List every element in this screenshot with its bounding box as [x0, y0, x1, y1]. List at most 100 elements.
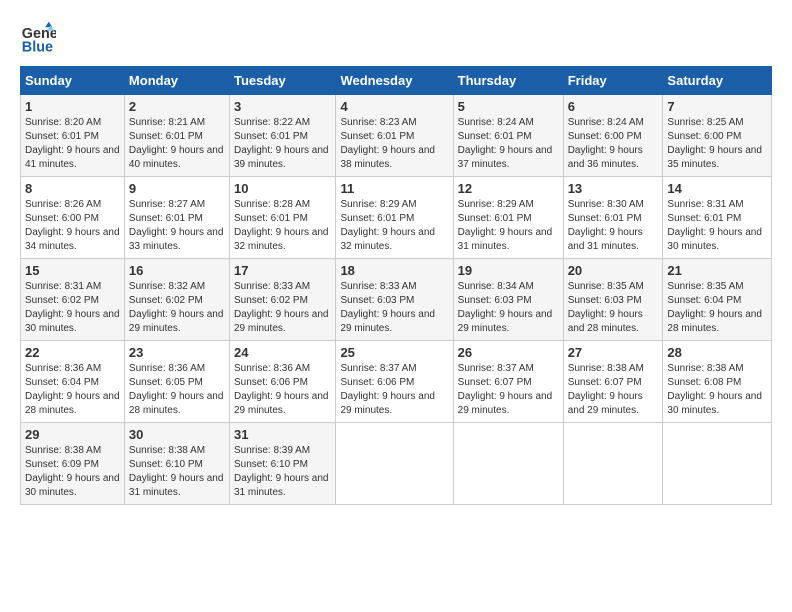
day-info: Sunrise: 8:36 AM Sunset: 6:06 PM Dayligh… — [234, 362, 331, 418]
day-info: Sunrise: 8:24 AM Sunset: 6:01 PM Dayligh… — [458, 116, 559, 172]
day-info: Sunrise: 8:36 AM Sunset: 6:04 PM Dayligh… — [25, 362, 120, 418]
day-info: Sunrise: 8:20 AM Sunset: 6:01 PM Dayligh… — [25, 116, 120, 172]
calendar-cell: 11 Sunrise: 8:29 AM Sunset: 6:01 PM Dayl… — [336, 177, 453, 259]
day-info: Sunrise: 8:21 AM Sunset: 6:01 PM Dayligh… — [129, 116, 225, 172]
calendar-cell: 29 Sunrise: 8:38 AM Sunset: 6:09 PM Dayl… — [21, 423, 125, 505]
day-number: 6 — [568, 99, 659, 114]
calendar-cell — [453, 423, 563, 505]
calendar-cell: 28 Sunrise: 8:38 AM Sunset: 6:08 PM Dayl… — [663, 341, 772, 423]
day-number: 5 — [458, 99, 559, 114]
day-info: Sunrise: 8:29 AM Sunset: 6:01 PM Dayligh… — [340, 198, 448, 254]
calendar-cell: 24 Sunrise: 8:36 AM Sunset: 6:06 PM Dayl… — [229, 341, 335, 423]
column-header-wednesday: Wednesday — [336, 67, 453, 95]
calendar-cell: 15 Sunrise: 8:31 AM Sunset: 6:02 PM Dayl… — [21, 259, 125, 341]
day-info: Sunrise: 8:23 AM Sunset: 6:01 PM Dayligh… — [340, 116, 448, 172]
calendar-cell: 6 Sunrise: 8:24 AM Sunset: 6:00 PM Dayli… — [563, 95, 663, 177]
logo-icon: General Blue — [20, 20, 56, 56]
calendar-week-row: 15 Sunrise: 8:31 AM Sunset: 6:02 PM Dayl… — [21, 259, 772, 341]
day-number: 4 — [340, 99, 448, 114]
day-number: 29 — [25, 427, 120, 442]
day-number: 18 — [340, 263, 448, 278]
calendar-body: 1 Sunrise: 8:20 AM Sunset: 6:01 PM Dayli… — [21, 95, 772, 505]
column-header-friday: Friday — [563, 67, 663, 95]
calendar-cell: 30 Sunrise: 8:38 AM Sunset: 6:10 PM Dayl… — [124, 423, 229, 505]
day-info: Sunrise: 8:37 AM Sunset: 6:06 PM Dayligh… — [340, 362, 448, 418]
calendar-cell: 27 Sunrise: 8:38 AM Sunset: 6:07 PM Dayl… — [563, 341, 663, 423]
day-number: 10 — [234, 181, 331, 196]
calendar-cell: 22 Sunrise: 8:36 AM Sunset: 6:04 PM Dayl… — [21, 341, 125, 423]
day-info: Sunrise: 8:36 AM Sunset: 6:05 PM Dayligh… — [129, 362, 225, 418]
day-info: Sunrise: 8:37 AM Sunset: 6:07 PM Dayligh… — [458, 362, 559, 418]
calendar-week-row: 22 Sunrise: 8:36 AM Sunset: 6:04 PM Dayl… — [21, 341, 772, 423]
calendar-cell: 16 Sunrise: 8:32 AM Sunset: 6:02 PM Dayl… — [124, 259, 229, 341]
column-header-tuesday: Tuesday — [229, 67, 335, 95]
calendar-cell — [663, 423, 772, 505]
calendar-cell: 13 Sunrise: 8:30 AM Sunset: 6:01 PM Dayl… — [563, 177, 663, 259]
day-number: 21 — [667, 263, 767, 278]
day-number: 31 — [234, 427, 331, 442]
day-number: 12 — [458, 181, 559, 196]
day-info: Sunrise: 8:25 AM Sunset: 6:00 PM Dayligh… — [667, 116, 767, 172]
column-header-monday: Monday — [124, 67, 229, 95]
calendar-cell: 31 Sunrise: 8:39 AM Sunset: 6:10 PM Dayl… — [229, 423, 335, 505]
day-number: 16 — [129, 263, 225, 278]
day-info: Sunrise: 8:31 AM Sunset: 6:02 PM Dayligh… — [25, 280, 120, 336]
day-info: Sunrise: 8:35 AM Sunset: 6:04 PM Dayligh… — [667, 280, 767, 336]
svg-text:Blue: Blue — [22, 40, 53, 56]
day-number: 27 — [568, 345, 659, 360]
calendar-header-row: SundayMondayTuesdayWednesdayThursdayFrid… — [21, 67, 772, 95]
calendar-cell: 21 Sunrise: 8:35 AM Sunset: 6:04 PM Dayl… — [663, 259, 772, 341]
day-info: Sunrise: 8:32 AM Sunset: 6:02 PM Dayligh… — [129, 280, 225, 336]
day-number: 7 — [667, 99, 767, 114]
calendar-cell: 12 Sunrise: 8:29 AM Sunset: 6:01 PM Dayl… — [453, 177, 563, 259]
day-info: Sunrise: 8:38 AM Sunset: 6:08 PM Dayligh… — [667, 362, 767, 418]
calendar-cell: 2 Sunrise: 8:21 AM Sunset: 6:01 PM Dayli… — [124, 95, 229, 177]
day-number: 23 — [129, 345, 225, 360]
day-info: Sunrise: 8:33 AM Sunset: 6:02 PM Dayligh… — [234, 280, 331, 336]
column-header-saturday: Saturday — [663, 67, 772, 95]
calendar-cell: 14 Sunrise: 8:31 AM Sunset: 6:01 PM Dayl… — [663, 177, 772, 259]
calendar-cell: 10 Sunrise: 8:28 AM Sunset: 6:01 PM Dayl… — [229, 177, 335, 259]
day-info: Sunrise: 8:24 AM Sunset: 6:00 PM Dayligh… — [568, 116, 659, 172]
column-header-thursday: Thursday — [453, 67, 563, 95]
calendar-week-row: 29 Sunrise: 8:38 AM Sunset: 6:09 PM Dayl… — [21, 423, 772, 505]
calendar-cell: 23 Sunrise: 8:36 AM Sunset: 6:05 PM Dayl… — [124, 341, 229, 423]
day-number: 17 — [234, 263, 331, 278]
day-info: Sunrise: 8:31 AM Sunset: 6:01 PM Dayligh… — [667, 198, 767, 254]
day-info: Sunrise: 8:26 AM Sunset: 6:00 PM Dayligh… — [25, 198, 120, 254]
day-number: 28 — [667, 345, 767, 360]
day-info: Sunrise: 8:35 AM Sunset: 6:03 PM Dayligh… — [568, 280, 659, 336]
calendar-cell: 26 Sunrise: 8:37 AM Sunset: 6:07 PM Dayl… — [453, 341, 563, 423]
day-info: Sunrise: 8:38 AM Sunset: 6:07 PM Dayligh… — [568, 362, 659, 418]
day-number: 24 — [234, 345, 331, 360]
day-number: 19 — [458, 263, 559, 278]
calendar-cell: 8 Sunrise: 8:26 AM Sunset: 6:00 PM Dayli… — [21, 177, 125, 259]
calendar-cell: 17 Sunrise: 8:33 AM Sunset: 6:02 PM Dayl… — [229, 259, 335, 341]
day-number: 30 — [129, 427, 225, 442]
calendar-cell: 19 Sunrise: 8:34 AM Sunset: 6:03 PM Dayl… — [453, 259, 563, 341]
day-info: Sunrise: 8:29 AM Sunset: 6:01 PM Dayligh… — [458, 198, 559, 254]
calendar-week-row: 1 Sunrise: 8:20 AM Sunset: 6:01 PM Dayli… — [21, 95, 772, 177]
logo: General Blue — [20, 20, 56, 56]
day-number: 26 — [458, 345, 559, 360]
day-number: 1 — [25, 99, 120, 114]
day-number: 20 — [568, 263, 659, 278]
day-info: Sunrise: 8:33 AM Sunset: 6:03 PM Dayligh… — [340, 280, 448, 336]
column-header-sunday: Sunday — [21, 67, 125, 95]
day-info: Sunrise: 8:38 AM Sunset: 6:10 PM Dayligh… — [129, 444, 225, 500]
day-number: 25 — [340, 345, 448, 360]
calendar-cell: 18 Sunrise: 8:33 AM Sunset: 6:03 PM Dayl… — [336, 259, 453, 341]
calendar-cell — [563, 423, 663, 505]
calendar-cell: 3 Sunrise: 8:22 AM Sunset: 6:01 PM Dayli… — [229, 95, 335, 177]
calendar-week-row: 8 Sunrise: 8:26 AM Sunset: 6:00 PM Dayli… — [21, 177, 772, 259]
day-info: Sunrise: 8:27 AM Sunset: 6:01 PM Dayligh… — [129, 198, 225, 254]
calendar-cell: 4 Sunrise: 8:23 AM Sunset: 6:01 PM Dayli… — [336, 95, 453, 177]
calendar-cell: 20 Sunrise: 8:35 AM Sunset: 6:03 PM Dayl… — [563, 259, 663, 341]
day-number: 13 — [568, 181, 659, 196]
day-info: Sunrise: 8:28 AM Sunset: 6:01 PM Dayligh… — [234, 198, 331, 254]
calendar-cell — [336, 423, 453, 505]
calendar-table: SundayMondayTuesdayWednesdayThursdayFrid… — [20, 66, 772, 505]
page-header: General Blue — [20, 20, 772, 56]
calendar-cell: 5 Sunrise: 8:24 AM Sunset: 6:01 PM Dayli… — [453, 95, 563, 177]
day-number: 2 — [129, 99, 225, 114]
